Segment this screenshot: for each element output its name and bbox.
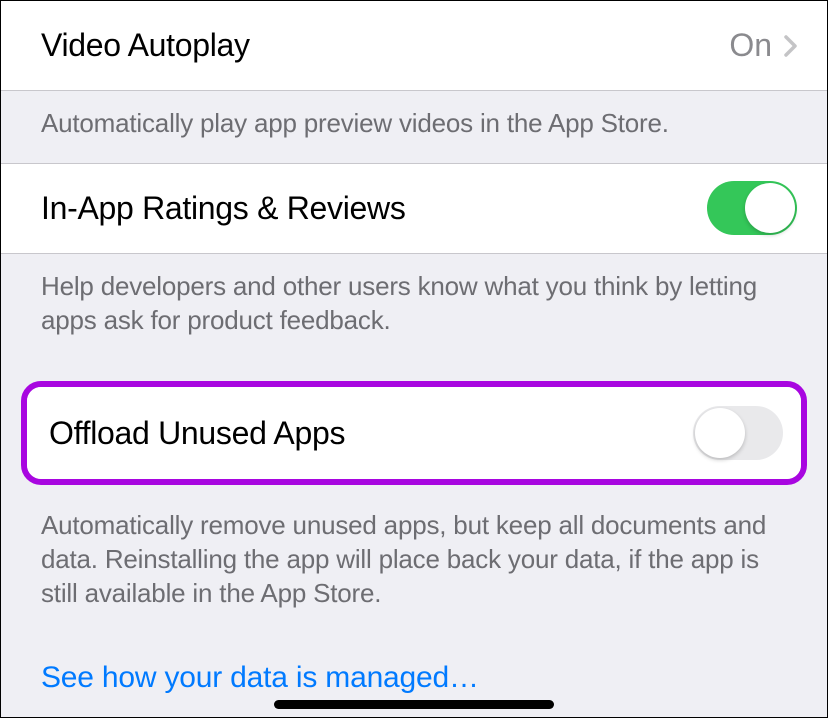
offload-unused-footer: Automatically remove unused apps, but ke… bbox=[1, 493, 827, 632]
toggle-knob-icon bbox=[745, 183, 795, 233]
video-autoplay-row[interactable]: Video Autoplay On bbox=[1, 1, 827, 91]
video-autoplay-label: Video Autoplay bbox=[41, 27, 250, 64]
home-indicator[interactable] bbox=[274, 700, 554, 709]
video-autoplay-value-group: On bbox=[729, 27, 797, 64]
in-app-ratings-toggle[interactable] bbox=[707, 181, 797, 235]
offload-unused-label: Offload Unused Apps bbox=[49, 415, 345, 452]
video-autoplay-footer: Automatically play app preview videos in… bbox=[1, 91, 827, 164]
video-autoplay-value: On bbox=[729, 27, 772, 64]
toggle-knob-icon bbox=[695, 408, 745, 458]
offload-unused-highlight: Offload Unused Apps bbox=[21, 381, 807, 485]
in-app-ratings-label: In-App Ratings & Reviews bbox=[41, 190, 406, 227]
in-app-ratings-footer: Help developers and other users know wha… bbox=[1, 254, 827, 360]
data-managed-link[interactable]: See how your data is managed… bbox=[1, 633, 827, 703]
chevron-right-icon bbox=[784, 35, 797, 57]
offload-unused-toggle[interactable] bbox=[693, 406, 783, 460]
offload-unused-row: Offload Unused Apps bbox=[27, 387, 801, 479]
in-app-ratings-row: In-App Ratings & Reviews bbox=[1, 164, 827, 254]
